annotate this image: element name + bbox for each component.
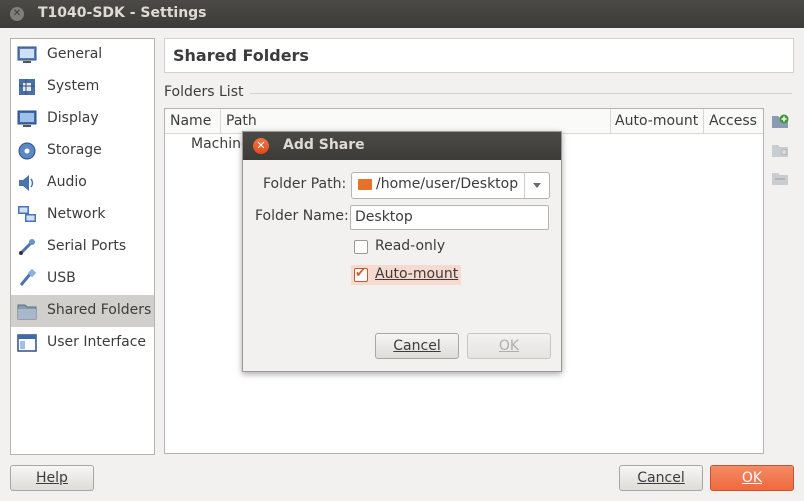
dialog-ok-label: OK [498, 338, 520, 354]
readonly-label[interactable]: Read-only [375, 238, 445, 254]
column-divider [703, 109, 704, 133]
sidebar-item-label: Audio [47, 174, 87, 190]
sidebar-item-network[interactable]: Network [11, 199, 154, 231]
sidebar-item-label: Serial Ports [47, 238, 127, 254]
sidebar-item-storage[interactable]: Storage [11, 135, 154, 167]
storage-disk-icon [18, 142, 36, 160]
page-header: Shared Folders [164, 38, 794, 73]
settings-sidebar: General System Display Storage Audio Net… [10, 38, 155, 455]
sidebar-item-label: USB [47, 270, 76, 286]
network-icon [18, 206, 36, 222]
sidebar-item-label: Shared Folders [47, 302, 152, 318]
sidebar-item-general[interactable]: General [11, 39, 154, 71]
sidebar-item-shared-folders[interactable]: Shared Folders [11, 295, 154, 327]
dialog-titlebar: ✕ Add Share [243, 132, 561, 160]
column-divider [220, 109, 221, 133]
chevron-down-icon [533, 183, 541, 188]
folder-path-combobox[interactable]: /home/user/Desktop [351, 172, 550, 199]
help-button[interactable]: Help [10, 465, 94, 491]
sidebar-item-label: Storage [47, 142, 102, 158]
window-title: T1040-SDK - Settings [38, 5, 207, 21]
folder-path-value: /home/user/Desktop [376, 176, 519, 192]
system-chip-icon [19, 79, 35, 95]
remove-shared-folder-icon[interactable] [771, 170, 789, 186]
user-interface-icon [17, 334, 37, 352]
dialog-title: Add Share [283, 137, 365, 153]
automount-label[interactable]: Auto-mount [375, 266, 458, 282]
dialog-cancel-label: Cancel [393, 338, 441, 354]
cancel-label: Cancel [637, 470, 685, 486]
readonly-checkbox[interactable] [354, 240, 368, 254]
audio-speaker-icon [19, 175, 34, 191]
serial-port-icon [18, 239, 35, 256]
table-row[interactable]: Machine [191, 136, 250, 152]
sidebar-item-display[interactable]: Display [11, 103, 154, 135]
sidebar-item-label: User Interface [47, 334, 147, 350]
add-share-dialog: ✕ Add Share Folder Path: /home/user/Desk… [242, 131, 562, 372]
sidebar-item-user-interface[interactable]: User Interface [11, 327, 154, 359]
shared-folder-icon [17, 304, 37, 320]
section-divider [250, 93, 792, 94]
window-titlebar: ✕ T1040-SDK - Settings [0, 0, 804, 28]
cancel-button[interactable]: Cancel [619, 465, 703, 491]
sidebar-item-label: Network [47, 206, 106, 222]
column-header-access[interactable]: Access [709, 113, 757, 129]
column-header-path[interactable]: Path [226, 113, 257, 129]
automount-label-text: Auto-mount [375, 266, 459, 282]
automount-checkbox[interactable] [354, 266, 368, 282]
folder-name-field-wrapper [350, 205, 549, 230]
dialog-ok-button[interactable]: OK [467, 333, 551, 359]
folder-name-label: Folder Name: [255, 208, 349, 224]
window-close-icon[interactable]: ✕ [10, 7, 24, 21]
add-shared-folder-icon[interactable] [771, 113, 789, 129]
folder-icon [358, 179, 372, 190]
page-title: Shared Folders [173, 46, 309, 65]
sidebar-item-label: System [47, 78, 100, 94]
folders-list-label: Folders List [164, 84, 244, 100]
folder-path-label: Folder Path: [263, 176, 347, 192]
general-monitor-icon [17, 46, 37, 63]
column-header-auto-mount[interactable]: Auto-mount [615, 113, 698, 129]
folder-name-field[interactable] [351, 206, 535, 227]
folder-path-dropdown-button[interactable] [524, 173, 549, 198]
usb-icon [19, 269, 37, 286]
sidebar-item-system[interactable]: System [11, 71, 154, 103]
column-header-name[interactable]: Name [170, 113, 211, 129]
sidebar-item-usb[interactable]: USB [11, 263, 154, 295]
edit-shared-folder-icon[interactable] [771, 142, 789, 158]
sidebar-item-audio[interactable]: Audio [11, 167, 154, 199]
sidebar-item-label: Display [47, 110, 99, 126]
display-monitor-icon [17, 110, 37, 127]
dialog-cancel-button[interactable]: Cancel [375, 333, 459, 359]
column-divider [610, 109, 611, 133]
dialog-close-icon[interactable]: ✕ [253, 138, 269, 154]
help-label: Help [36, 470, 68, 486]
sidebar-item-serial-ports[interactable]: Serial Ports [11, 231, 154, 263]
ok-label: OK [741, 470, 763, 486]
ok-button[interactable]: OK [710, 465, 794, 491]
sidebar-item-label: General [47, 46, 103, 62]
